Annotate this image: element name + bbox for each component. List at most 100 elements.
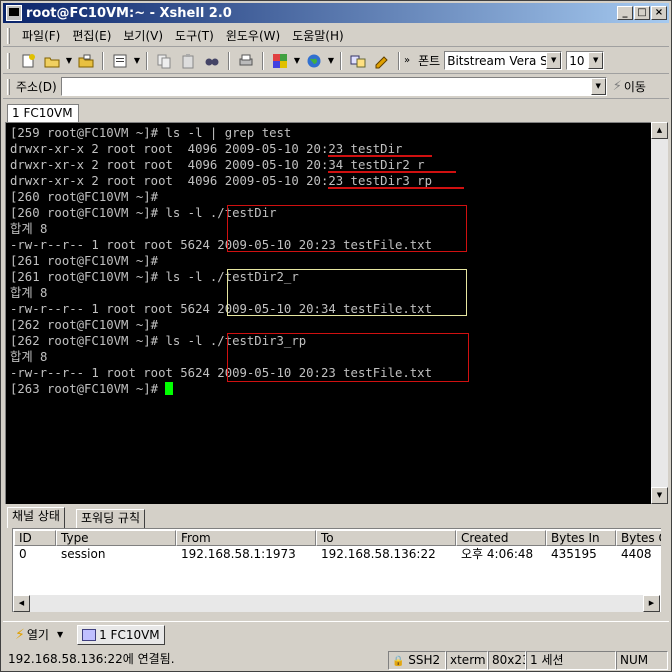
panel-tabs: 채널 상태 포워딩 규칙 bbox=[5, 507, 665, 529]
column-header[interactable]: Bytes Out bbox=[616, 530, 661, 546]
menu-view[interactable]: 보기(V) bbox=[117, 27, 169, 44]
tab-channel-status[interactable]: 채널 상태 bbox=[7, 507, 65, 528]
menu-tools[interactable]: 도구(T) bbox=[169, 27, 220, 44]
menu-file[interactable]: 파일(F) bbox=[16, 27, 66, 44]
folder-icon[interactable] bbox=[75, 51, 97, 71]
toolbar-grip[interactable] bbox=[7, 52, 10, 69]
chevron-down-icon[interactable]: ▼ bbox=[57, 630, 63, 639]
terminal-cursor bbox=[165, 382, 174, 395]
table-cell: 435195 bbox=[551, 547, 597, 561]
column-header[interactable]: ID bbox=[14, 530, 56, 546]
paste-icon[interactable] bbox=[177, 51, 199, 71]
session-tab-bar: 1 FC10VM bbox=[3, 102, 669, 123]
window-title: root@FC10VM:~ - Xshell 2.0 bbox=[26, 5, 232, 21]
chevron-down-icon[interactable]: ▼ bbox=[588, 52, 604, 69]
status-terminal-type: xterm bbox=[446, 651, 488, 670]
scroll-up-icon[interactable]: ▲ bbox=[651, 122, 668, 139]
address-bar: 주소(D) ▼ ⚡ 이동 bbox=[3, 75, 669, 99]
color-scheme-icon[interactable] bbox=[269, 51, 291, 71]
status-protocol: 🔒 SSH2 bbox=[388, 651, 446, 670]
session-item[interactable]: 1 FC10VM bbox=[77, 624, 165, 645]
table-cell: 4408 bbox=[621, 547, 652, 561]
column-header[interactable]: Bytes In bbox=[546, 530, 616, 546]
compose-icon[interactable] bbox=[371, 51, 393, 71]
menu-help[interactable]: 도움말(H) bbox=[286, 27, 350, 44]
highlight-box bbox=[227, 269, 467, 316]
menu-bar: 파일(F) 편집(E) 보기(V) 도구(T) 윈도우(W) 도움말(H) bbox=[3, 25, 669, 47]
toolbar-separator bbox=[146, 51, 148, 70]
go-button[interactable]: ⚡ 이동 bbox=[613, 78, 646, 95]
column-header[interactable]: To bbox=[316, 530, 456, 546]
open-dropdown-icon[interactable]: ▼ bbox=[64, 56, 74, 65]
menu-edit[interactable]: 편집(E) bbox=[66, 27, 117, 44]
open-button[interactable]: ⚡ 열기 ▼ bbox=[15, 626, 63, 643]
lock-icon: 🔒 bbox=[392, 656, 405, 667]
table-cell: 오후 4:06:48 bbox=[461, 547, 534, 561]
table-cell: 192.168.58.1:1973 bbox=[181, 547, 296, 561]
session-tab[interactable]: 1 FC10VM bbox=[7, 104, 79, 123]
font-size-select[interactable]: 10 ▼ bbox=[566, 51, 605, 70]
terminal-area[interactable]: [259 root@FC10VM ~]# ls -l | grep test d… bbox=[5, 122, 651, 504]
address-grip[interactable] bbox=[7, 78, 10, 95]
session-bar: ⚡ 열기 ▼ 1 FC10VM bbox=[3, 621, 669, 647]
chevron-down-icon[interactable]: ▼ bbox=[546, 52, 562, 69]
lightning-icon: ⚡ bbox=[612, 79, 622, 94]
open-label: 열기 bbox=[26, 628, 49, 642]
font-size-value: 10 bbox=[569, 53, 585, 68]
status-message: 192.168.58.136:22에 연결됨. bbox=[8, 652, 175, 666]
terminal-prompt-text: [263 root@FC10VM ~]# bbox=[10, 382, 166, 396]
toolbar-overflow-icon[interactable]: » bbox=[404, 55, 410, 66]
scroll-left-icon[interactable]: ◀ bbox=[13, 595, 30, 612]
scroll-down-icon[interactable]: ▼ bbox=[651, 487, 668, 504]
highlight-underline bbox=[328, 171, 456, 173]
menu-grip[interactable] bbox=[7, 27, 10, 44]
chevron-down-icon[interactable]: ▼ bbox=[590, 78, 606, 95]
font-select[interactable]: Bitstream Vera S: ▼ bbox=[444, 51, 563, 70]
highlight-underline bbox=[328, 155, 432, 157]
xshell-window: root@FC10VM:~ - Xshell 2.0 _ □ × 파일(F) 편… bbox=[0, 0, 672, 672]
toolbar-separator bbox=[398, 51, 400, 70]
terminal-line: [262 root@FC10VM ~]# bbox=[10, 318, 159, 332]
go-label: 이동 bbox=[623, 80, 646, 94]
font-label: 폰트 bbox=[418, 54, 441, 68]
terminal-line: [259 root@FC10VM ~]# ls -l | grep test bbox=[10, 126, 292, 140]
terminal-scrollbar[interactable]: ▲ ▼ bbox=[651, 122, 668, 504]
toolbar: ▼ ▼ ▼ ▼ » 폰트 Bitstream Vera S: ▼ 10 ▼ bbox=[3, 48, 669, 74]
terminal-line: 합계 8 bbox=[10, 286, 48, 300]
status-sessions: 1 세션 bbox=[526, 651, 616, 670]
highlight-underline bbox=[328, 187, 464, 189]
list-hscrollbar[interactable]: ◀ ▶ bbox=[13, 595, 660, 612]
column-header[interactable]: Created bbox=[456, 530, 546, 546]
scroll-right-icon[interactable]: ▶ bbox=[643, 595, 660, 612]
color-dropdown-icon[interactable]: ▼ bbox=[292, 56, 302, 65]
toolbar-separator bbox=[340, 51, 342, 70]
app-icon[interactable] bbox=[6, 5, 22, 21]
properties-icon[interactable] bbox=[109, 51, 131, 71]
minimize-button[interactable]: _ bbox=[617, 6, 633, 20]
status-size: 80x23 bbox=[488, 651, 526, 670]
properties-dropdown-icon[interactable]: ▼ bbox=[132, 56, 142, 65]
toolbar-separator bbox=[102, 51, 104, 70]
session-item-label: 1 FC10VM bbox=[99, 627, 160, 642]
new-session-icon[interactable] bbox=[17, 51, 39, 71]
open-folder-icon[interactable] bbox=[41, 51, 63, 71]
menu-window[interactable]: 윈도우(W) bbox=[220, 27, 286, 44]
title-bar[interactable]: root@FC10VM:~ - Xshell 2.0 _ □ × bbox=[3, 3, 669, 23]
address-input[interactable]: ▼ bbox=[60, 77, 607, 96]
print-icon[interactable] bbox=[235, 51, 257, 71]
address-label: 주소(D) bbox=[16, 80, 57, 94]
transfer-icon[interactable] bbox=[347, 51, 369, 71]
column-header[interactable]: Type bbox=[56, 530, 176, 546]
close-button[interactable]: × bbox=[651, 6, 667, 20]
globe-icon[interactable] bbox=[303, 51, 325, 71]
copy-icon[interactable] bbox=[153, 51, 175, 71]
tab-forwarding-rules[interactable]: 포워딩 규칙 bbox=[76, 509, 146, 528]
highlight-box bbox=[227, 333, 469, 382]
find-icon[interactable] bbox=[201, 51, 223, 71]
globe-dropdown-icon[interactable]: ▼ bbox=[326, 56, 336, 65]
terminal-line: 합계 8 bbox=[10, 350, 48, 364]
maximize-button[interactable]: □ bbox=[634, 6, 650, 20]
status-num: NUM bbox=[616, 651, 668, 670]
column-header[interactable]: From bbox=[176, 530, 316, 546]
session-icon bbox=[82, 628, 97, 641]
